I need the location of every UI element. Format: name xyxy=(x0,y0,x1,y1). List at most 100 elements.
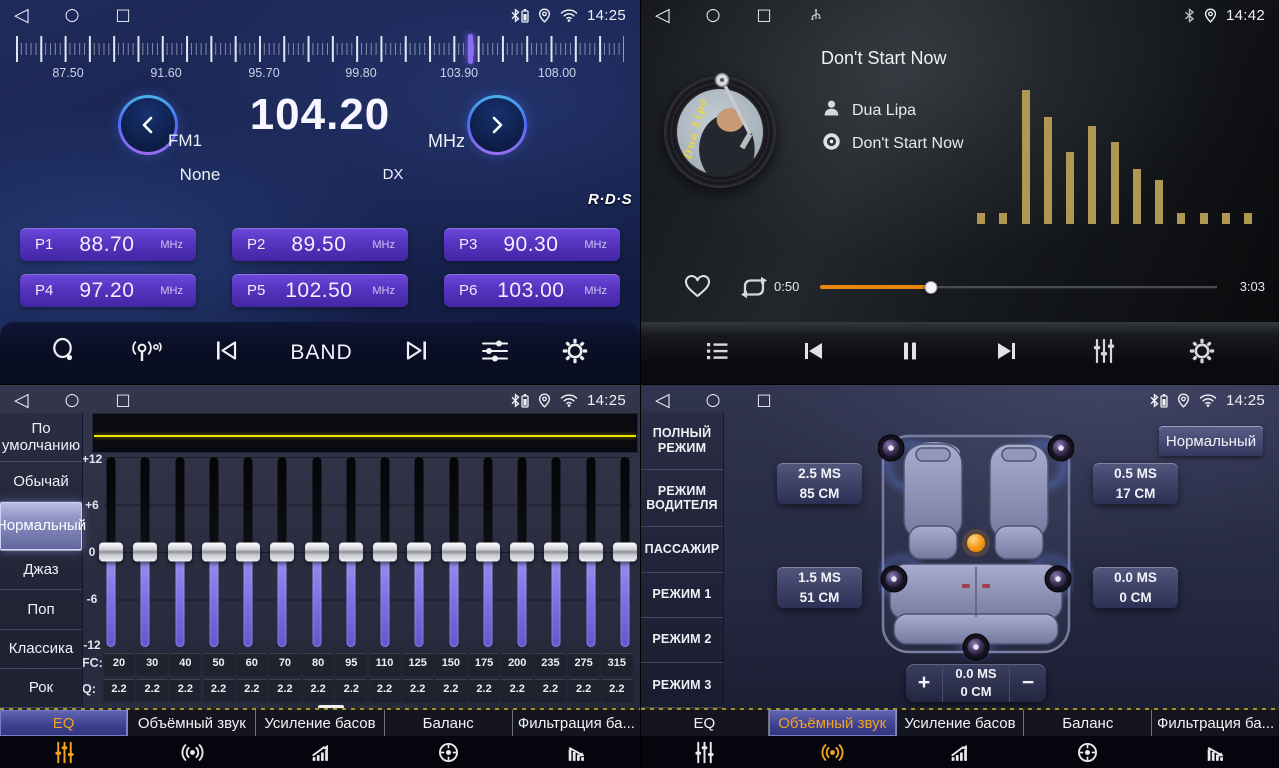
sound-profile-button[interactable]: Нормальный xyxy=(1159,426,1263,456)
eq-slider-handle[interactable] xyxy=(168,543,192,562)
tab-surround[interactable]: Объёмный звук xyxy=(128,710,256,736)
delay-rear-left-button[interactable]: 1.5 MS 51 CM xyxy=(777,567,862,608)
fc-value-chip[interactable]: 150 xyxy=(436,653,466,674)
fc-value-chip[interactable]: 175 xyxy=(469,653,499,674)
eq-band-slider[interactable] xyxy=(447,457,461,647)
eq-band-slider[interactable] xyxy=(378,457,392,647)
nav-home-icon[interactable]: ○ xyxy=(706,385,721,415)
mode-2[interactable]: РЕЖИМ 2 xyxy=(641,618,723,663)
delay-decrease-button[interactable]: − xyxy=(1010,664,1046,702)
eq-band-slider[interactable] xyxy=(344,457,358,647)
q-value-chip[interactable]: 2.2 xyxy=(370,679,400,700)
eq-slider-handle[interactable] xyxy=(476,543,500,562)
tab-filter[interactable]: Фильтрация ба... xyxy=(1152,710,1279,736)
eq-band-slider[interactable] xyxy=(549,457,563,647)
eq-slider-handle[interactable] xyxy=(579,543,603,562)
pause-button[interactable] xyxy=(897,338,923,369)
preset-button-p3[interactable]: P390.30MHz xyxy=(444,228,620,261)
eq-band-slider[interactable] xyxy=(104,457,118,647)
fc-value-chip[interactable]: 20 xyxy=(104,653,134,674)
eq-band-slider[interactable] xyxy=(481,457,495,647)
eq-preset-default[interactable]: По умолчанию xyxy=(0,413,82,462)
mode-passenger[interactable]: ПАССАЖИР xyxy=(641,527,723,572)
eq-preset-jazz[interactable]: Джаз xyxy=(0,551,82,590)
repeat-button[interactable] xyxy=(737,274,771,306)
nav-back-icon[interactable]: ◁ xyxy=(655,385,670,415)
band-button[interactable]: BAND xyxy=(290,341,352,365)
eq-slider-handle[interactable] xyxy=(407,543,431,562)
broadcast-button[interactable] xyxy=(129,338,163,369)
nav-recents-icon[interactable]: □ xyxy=(756,385,771,415)
eq-slider-handle[interactable] xyxy=(613,543,637,562)
preset-button-p4[interactable]: P497.20MHz xyxy=(20,274,196,307)
balance-tab-icon[interactable] xyxy=(384,736,512,768)
tab-balance[interactable]: Баланс xyxy=(385,710,513,736)
fc-value-chip[interactable]: 40 xyxy=(170,653,200,674)
eq-band-slider[interactable] xyxy=(618,457,632,647)
previous-track-button[interactable] xyxy=(800,339,827,368)
eq-band-slider[interactable] xyxy=(138,457,152,647)
eq-slider-handle[interactable] xyxy=(133,543,157,562)
eq-band-slider[interactable] xyxy=(275,457,289,647)
scan-button[interactable] xyxy=(51,337,78,369)
eq-preset-pop[interactable]: Поп xyxy=(0,590,82,629)
fc-value-chip[interactable]: 95 xyxy=(336,653,366,674)
q-value-chip[interactable]: 2.2 xyxy=(170,679,200,700)
preset-button-p1[interactable]: P188.70MHz xyxy=(20,228,196,261)
tab-surround[interactable]: Объёмный звук xyxy=(769,710,897,736)
delay-increase-button[interactable]: + xyxy=(906,664,942,702)
delay-front-left-button[interactable]: 2.5 MS 85 CM xyxy=(777,463,862,504)
q-value-chip[interactable]: 2.2 xyxy=(469,679,499,700)
mode-driver[interactable]: РЕЖИМ ВОДИТЕЛЯ xyxy=(641,470,723,527)
fc-value-chip[interactable]: 125 xyxy=(403,653,433,674)
nav-recents-icon[interactable]: □ xyxy=(115,385,130,415)
audio-settings-button[interactable] xyxy=(480,338,510,369)
progress-bar[interactable] xyxy=(820,280,1217,294)
q-value-chip[interactable]: 2.2 xyxy=(237,679,267,700)
eq-slider-handle[interactable] xyxy=(442,543,466,562)
mode-1[interactable]: РЕЖИМ 1 xyxy=(641,573,723,618)
surround-tab-icon[interactable] xyxy=(128,736,256,768)
eq-band-slider[interactable] xyxy=(310,457,324,647)
q-value-chip[interactable]: 2.2 xyxy=(336,679,366,700)
q-value-chip[interactable]: 2.2 xyxy=(403,679,433,700)
eq-band-slider[interactable] xyxy=(584,457,598,647)
tab-eq[interactable]: EQ xyxy=(641,710,769,736)
q-value-chip[interactable]: 2.2 xyxy=(204,679,234,700)
surround-tab-icon[interactable] xyxy=(769,736,897,768)
nav-back-icon[interactable]: ◁ xyxy=(14,0,29,30)
bass-boost-tab-icon[interactable] xyxy=(896,736,1024,768)
progress-knob[interactable] xyxy=(925,281,938,294)
eq-slider-handle[interactable] xyxy=(270,543,294,562)
eq-band-slider[interactable] xyxy=(241,457,255,647)
settings-gear-button[interactable] xyxy=(1188,337,1216,370)
eq-preset-normal[interactable]: Нормальный xyxy=(0,502,82,551)
tab-bass-boost[interactable]: Усиление басов xyxy=(897,710,1025,736)
eq-slider-handle[interactable] xyxy=(373,543,397,562)
balance-tab-icon[interactable] xyxy=(1024,736,1152,768)
eq-slider-handle[interactable] xyxy=(305,543,329,562)
preset-button-p5[interactable]: P5102.50MHz xyxy=(232,274,408,307)
fc-value-chip[interactable]: 315 xyxy=(602,653,632,674)
preset-button-p2[interactable]: P289.50MHz xyxy=(232,228,408,261)
fc-value-chip[interactable]: 50 xyxy=(204,653,234,674)
equalizer-button[interactable] xyxy=(1090,337,1118,370)
q-value-chip[interactable]: 2.2 xyxy=(502,679,532,700)
q-value-chip[interactable]: 2.2 xyxy=(535,679,565,700)
eq-band-slider[interactable] xyxy=(412,457,426,647)
mode-3[interactable]: РЕЖИМ 3 xyxy=(641,663,723,708)
q-value-chip[interactable]: 2.2 xyxy=(270,679,300,700)
bass-boost-tab-icon[interactable] xyxy=(256,736,384,768)
nav-home-icon[interactable]: ○ xyxy=(706,0,721,30)
q-value-chip[interactable]: 2.2 xyxy=(137,679,167,700)
eq-slider-handle[interactable] xyxy=(236,543,260,562)
fc-value-chip[interactable]: 80 xyxy=(303,653,333,674)
mode-full[interactable]: ПОЛНЫЙ РЕЖИМ xyxy=(641,413,723,470)
album-art[interactable]: Dua Lipa xyxy=(664,76,776,188)
playlist-button[interactable] xyxy=(704,339,730,368)
fc-value-chip[interactable]: 275 xyxy=(569,653,599,674)
fc-value-chip[interactable]: 60 xyxy=(237,653,267,674)
tab-balance[interactable]: Баланс xyxy=(1024,710,1152,736)
eq-band-slider[interactable] xyxy=(207,457,221,647)
next-track-button[interactable] xyxy=(993,339,1020,368)
